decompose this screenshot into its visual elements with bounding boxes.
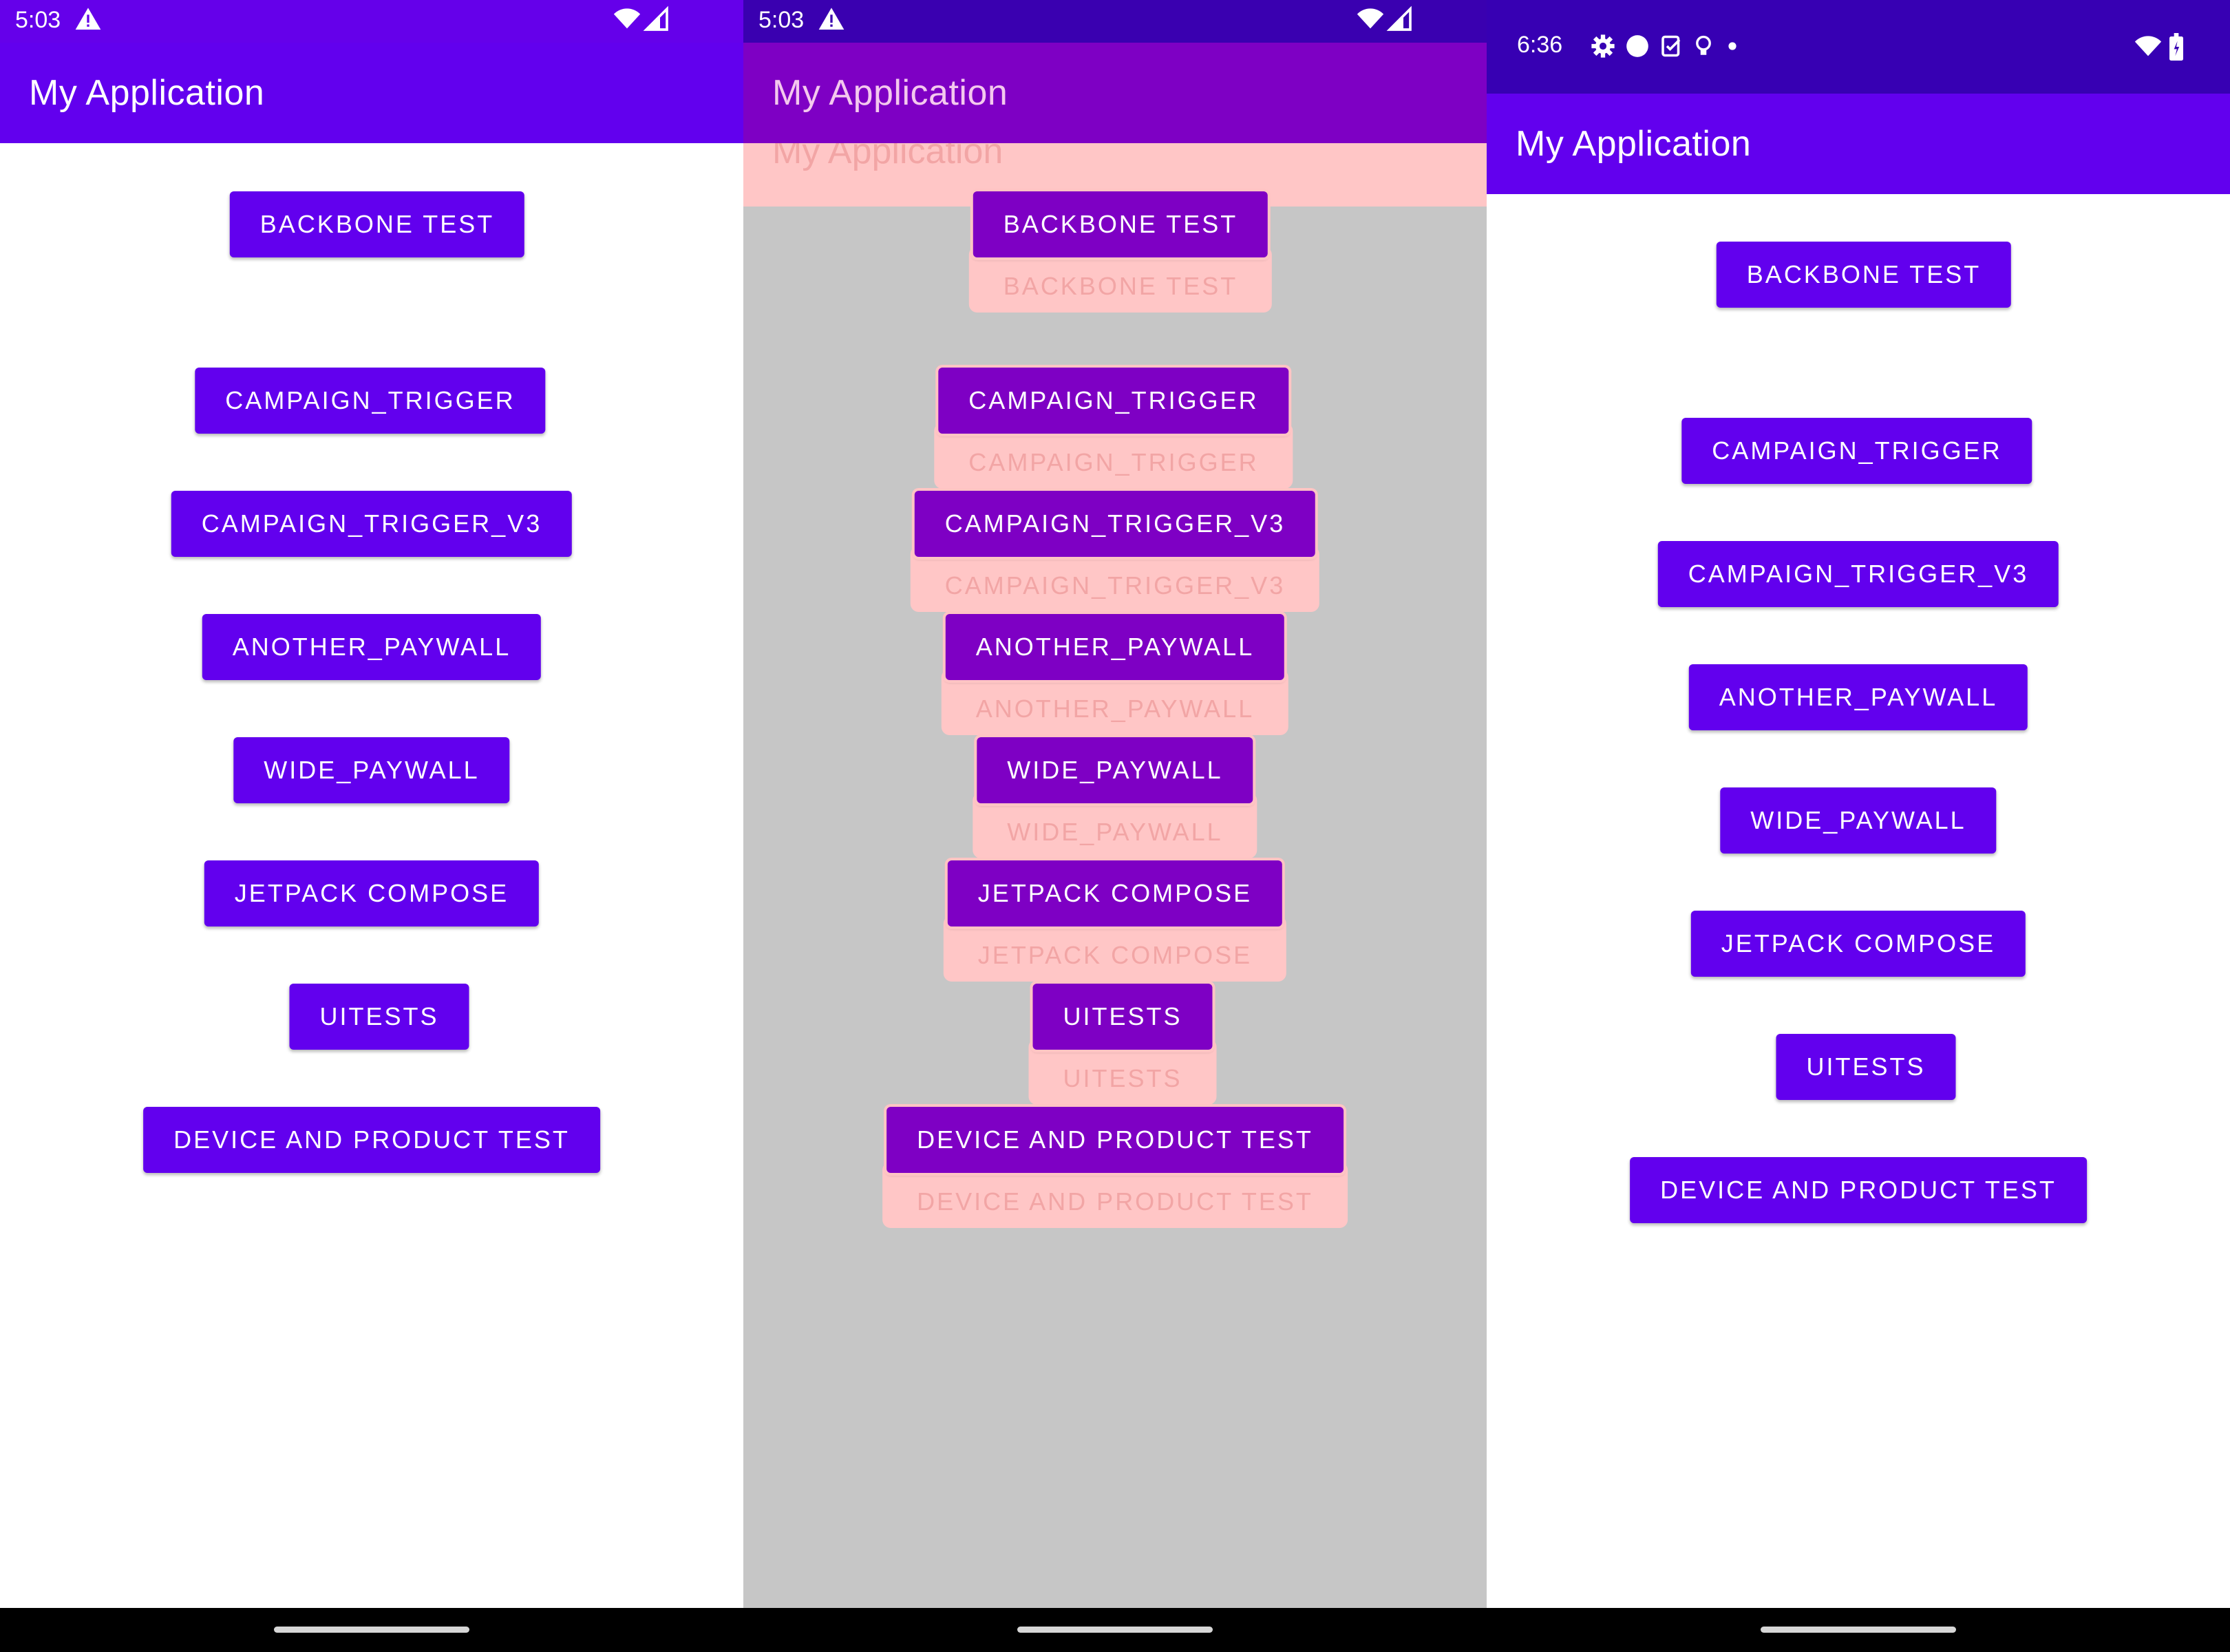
app-title: My Application bbox=[1516, 124, 1752, 164]
another-paywall-button[interactable]: ANOTHER_PAYWALL bbox=[202, 614, 542, 680]
backbone-test-button[interactable]: BACKBONE TEST bbox=[1716, 242, 2012, 308]
campaign-trigger-v3-button[interactable]: CAMPAIGN_TRIGGER_V3 bbox=[914, 491, 1316, 557]
screen-2: My Application 5:03 My Application BACKB… bbox=[743, 0, 1487, 1652]
navigation-bar bbox=[743, 1608, 1487, 1652]
screen-1: 5:03 My Application BACKBONE TEST CAMPAI… bbox=[0, 0, 743, 1652]
jetpack-compose-button[interactable]: JETPACK COMPOSE bbox=[1690, 911, 2026, 977]
status-time: 6:36 bbox=[1517, 32, 1563, 58]
uitests-button[interactable]: UITESTS bbox=[1032, 984, 1213, 1050]
wide-paywall-button[interactable]: WIDE_PAYWALL bbox=[977, 737, 1253, 803]
battery-icon bbox=[2168, 33, 2185, 61]
campaign-trigger-button[interactable]: CAMPAIGN_TRIGGER bbox=[195, 368, 546, 434]
wide-paywall-button[interactable]: WIDE_PAYWALL bbox=[1720, 787, 1997, 854]
wifi-icon bbox=[613, 6, 641, 33]
campaign-trigger-button[interactable]: CAMPAIGN_TRIGGER bbox=[1681, 418, 2032, 484]
device-and-product-test-button[interactable]: DEVICE AND PRODUCT TEST bbox=[1630, 1157, 2087, 1223]
campaign-trigger-v3-button[interactable]: CAMPAIGN_TRIGGER_V3 bbox=[1657, 541, 2059, 607]
app-bar: My Application bbox=[0, 43, 743, 143]
uitests-button[interactable]: UITESTS bbox=[1776, 1034, 1956, 1100]
wide-paywall-button[interactable]: WIDE_PAYWALL bbox=[233, 737, 510, 803]
status-bar: 5:03 bbox=[0, 0, 743, 43]
circle-icon bbox=[1624, 33, 1650, 59]
navigation-bar bbox=[0, 1608, 743, 1652]
alert-icon bbox=[818, 6, 845, 33]
wifi-icon bbox=[2134, 33, 2163, 61]
uitests-button[interactable]: UITESTS bbox=[289, 984, 469, 1050]
another-paywall-button[interactable]: ANOTHER_PAYWALL bbox=[1688, 664, 2028, 730]
dot-icon bbox=[1728, 41, 1737, 51]
status-time: 5:03 bbox=[758, 7, 805, 33]
signal-icon bbox=[1386, 6, 1414, 33]
backbone-test-button[interactable]: BACKBONE TEST bbox=[973, 191, 1268, 257]
app-title: My Application bbox=[29, 73, 265, 113]
another-paywall-button[interactable]: ANOTHER_PAYWALL bbox=[945, 614, 1285, 680]
status-time: 5:03 bbox=[15, 7, 61, 33]
settings-icon bbox=[1590, 33, 1616, 59]
jetpack-compose-button[interactable]: JETPACK COMPOSE bbox=[947, 860, 1283, 926]
navigation-bar bbox=[1487, 1608, 2230, 1652]
bulb-icon bbox=[1692, 33, 1715, 59]
campaign-trigger-button[interactable]: CAMPAIGN_TRIGGER bbox=[938, 368, 1289, 434]
signal-icon bbox=[643, 6, 670, 33]
home-handle[interactable] bbox=[1761, 1627, 1956, 1633]
device-and-product-test-button[interactable]: DEVICE AND PRODUCT TEST bbox=[143, 1107, 600, 1173]
status-bar: 5:03 bbox=[743, 0, 1487, 43]
backbone-test-button[interactable]: BACKBONE TEST bbox=[229, 191, 525, 257]
app-bar: My Application bbox=[743, 43, 1487, 143]
campaign-trigger-v3-button[interactable]: CAMPAIGN_TRIGGER_V3 bbox=[171, 491, 573, 557]
jetpack-compose-button[interactable]: JETPACK COMPOSE bbox=[204, 860, 540, 926]
device-and-product-test-button[interactable]: DEVICE AND PRODUCT TEST bbox=[886, 1107, 1344, 1173]
screen-3: 6:36 My Application BACKBONE TEST CAMPAI… bbox=[1487, 0, 2230, 1652]
home-handle[interactable] bbox=[274, 1627, 469, 1633]
alert-icon bbox=[74, 6, 102, 33]
wifi-icon bbox=[1356, 6, 1385, 33]
app-title: My Application bbox=[772, 73, 1008, 113]
status-bar: 6:36 bbox=[1487, 0, 2230, 94]
app-bar: My Application bbox=[1487, 94, 2230, 194]
home-handle[interactable] bbox=[1017, 1627, 1213, 1633]
task-icon bbox=[1659, 33, 1684, 59]
